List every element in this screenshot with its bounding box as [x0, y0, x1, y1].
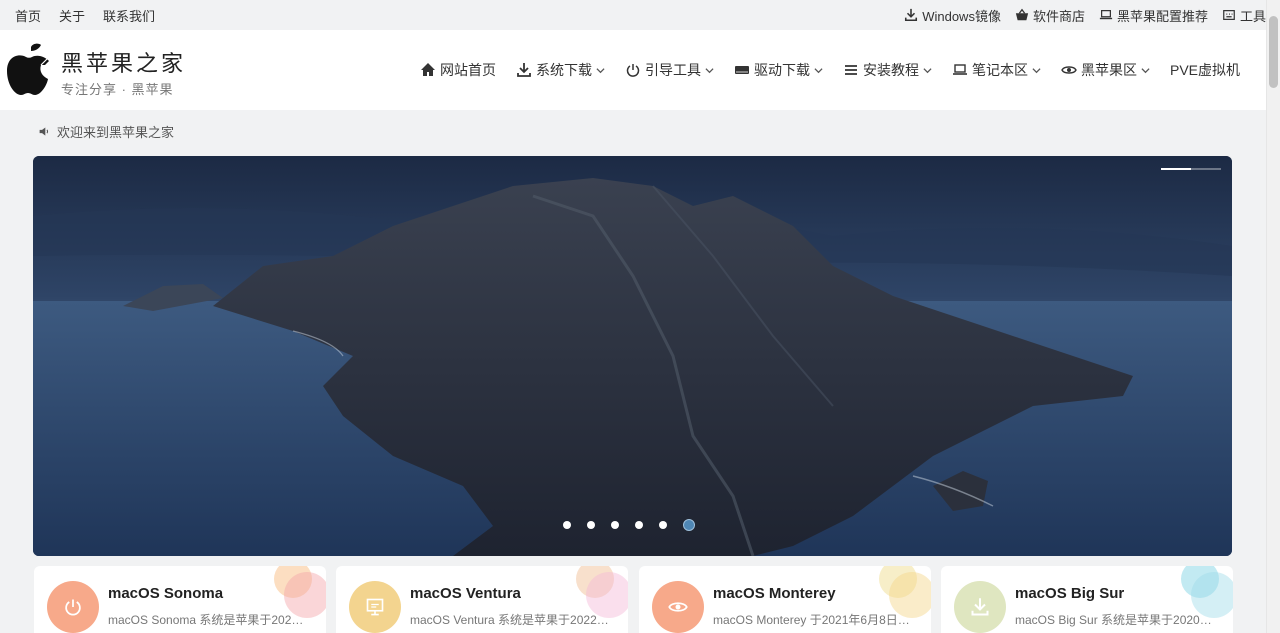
card-title[interactable]: macOS Ventura: [410, 585, 521, 602]
card-macos-big-sur[interactable]: macOS Big Sur macOS Big Sur 系统是苹果于2020年1…: [941, 566, 1233, 633]
download-icon: [905, 8, 918, 22]
top-link-store-label: 软件商店: [1032, 8, 1085, 24]
card-icon-circle: [47, 581, 99, 633]
apple-logo-icon[interactable]: [5, 43, 49, 97]
top-link-about[interactable]: 关于: [59, 6, 85, 25]
top-link-windows-label: Windows镜像: [922, 8, 1001, 24]
carousel-dot-1[interactable]: [563, 521, 571, 529]
eye-icon: [1061, 66, 1077, 74]
nav-item-tutorials[interactable]: 安装教程: [843, 60, 932, 80]
card-title[interactable]: macOS Sonoma: [108, 585, 223, 602]
eye-icon: [668, 602, 688, 612]
power-icon: [65, 599, 81, 616]
carousel-progress: [1161, 168, 1221, 170]
nav-item-hackintosh-zone[interactable]: 黑苹果区: [1061, 60, 1150, 80]
card-description: macOS Monterey 于2021年6月8日WWDC大会上正式发布: [713, 613, 913, 627]
site-title[interactable]: 黑苹果之家: [61, 46, 186, 78]
carousel-dot-4[interactable]: [635, 521, 643, 529]
site-subtitle: 专注分享 · 黑苹果: [61, 82, 174, 97]
page-scrollbar[interactable]: [1266, 0, 1280, 633]
card-icon-circle: [652, 581, 704, 633]
nav-item-home-label: 网站首页: [440, 62, 496, 78]
hero-carousel[interactable]: [33, 156, 1232, 556]
top-link-home[interactable]: 首页: [15, 6, 41, 25]
notice-text: 欢迎来到黑苹果之家: [57, 125, 175, 140]
nav-item-driver-download-label: 驱动下载: [754, 62, 810, 78]
carousel-pagination: [563, 519, 695, 531]
nav-item-system-download-label: 系统下载: [536, 62, 592, 78]
card-description: macOS Big Sur 系统是苹果于2020年11月正式发布的操作系统: [1015, 613, 1215, 627]
card-macos-sonoma[interactable]: macOS Sonoma macOS Sonoma 系统是苹果于2023年6月发…: [34, 566, 326, 633]
download-icon: [971, 598, 989, 616]
card-macos-monterey[interactable]: macOS Monterey macOS Monterey 于2021年6月8日…: [639, 566, 931, 633]
top-link-tools-label: 工具: [1239, 8, 1266, 24]
top-link-store[interactable]: 软件商店: [1015, 6, 1085, 25]
card-icon-circle: [954, 581, 1006, 633]
laptop-icon: [953, 64, 967, 75]
chevron-down-icon: [1032, 67, 1041, 73]
top-bar-left: 首页 关于 联系我们: [15, 0, 155, 30]
chevron-down-icon: [705, 67, 714, 73]
nav-item-tutorials-label: 安装教程: [863, 62, 919, 78]
nav-item-boot-tools-label: 引导工具: [645, 62, 701, 78]
carousel-dot-5[interactable]: [659, 521, 667, 529]
power-icon: [626, 64, 640, 77]
carousel-dot-2[interactable]: [587, 521, 595, 529]
scrollbar-thumb[interactable]: [1269, 16, 1278, 88]
nav-item-boot-tools[interactable]: 引导工具: [625, 60, 714, 80]
site-notice: 欢迎来到黑苹果之家: [38, 122, 174, 141]
menu-icon: [845, 65, 857, 75]
card-macos-ventura[interactable]: macOS Ventura macOS Ventura 系统是苹果于2022年6…: [336, 566, 628, 633]
nav-item-pve[interactable]: PVE虚拟机: [1170, 60, 1240, 80]
chevron-down-icon: [596, 67, 605, 73]
carousel-progress-fill: [1161, 168, 1191, 170]
card-title[interactable]: macOS Big Sur: [1015, 585, 1124, 602]
carousel-dot-3[interactable]: [611, 521, 619, 529]
chevron-down-icon: [1141, 67, 1150, 73]
tool-icon: [1223, 10, 1235, 20]
nav-item-system-download[interactable]: 系统下载: [516, 60, 605, 80]
speaker-icon: [39, 127, 49, 136]
nav-item-laptop-zone[interactable]: 笔记本区: [952, 60, 1041, 80]
top-bar-right: Windows镜像 软件商店 黑苹果配置推荐 工具: [904, 0, 1266, 30]
drive-icon: [735, 66, 749, 74]
monitor-icon: [366, 598, 384, 616]
top-link-config[interactable]: 黑苹果配置推荐: [1099, 6, 1208, 25]
card-description: macOS Sonoma 系统是苹果于2023年6月发布的新一代操作系统: [108, 613, 308, 627]
nav-item-hackintosh-zone-label: 黑苹果区: [1081, 62, 1137, 78]
laptop-icon: [1099, 10, 1113, 20]
home-icon: [421, 63, 435, 76]
chevron-down-icon: [814, 67, 823, 73]
top-link-tools[interactable]: 工具: [1222, 6, 1266, 25]
top-link-windows[interactable]: Windows镜像: [904, 6, 1001, 25]
top-link-contact[interactable]: 联系我们: [103, 6, 155, 25]
download-icon: [517, 63, 531, 77]
top-link-config-label: 黑苹果配置推荐: [1116, 8, 1208, 24]
card-description: macOS Ventura 系统是苹果于2022年6月发布的新一代操作系统: [410, 613, 610, 627]
chevron-down-icon: [923, 67, 932, 73]
site-header: 黑苹果之家 专注分享 · 黑苹果 网站首页 系统下载 引导工具 驱动下载 安装教…: [0, 30, 1266, 110]
card-icon-circle: [349, 581, 401, 633]
banner-image: [33, 156, 1232, 556]
basket-icon: [1015, 8, 1029, 21]
nav-item-driver-download[interactable]: 驱动下载: [734, 60, 823, 80]
top-bar: 首页 关于 联系我们 Windows镜像 软件商店 黑苹果配置推荐 工具: [0, 0, 1266, 30]
nav-item-home[interactable]: 网站首页: [420, 60, 496, 80]
carousel-dot-6[interactable]: [683, 519, 695, 531]
main-nav: 网站首页 系统下载 引导工具 驱动下载 安装教程 笔记本区 黑苹果区 PVE虚拟…: [420, 30, 1260, 110]
card-title[interactable]: macOS Monterey: [713, 585, 836, 602]
nav-item-laptop-zone-label: 笔记本区: [972, 62, 1028, 78]
nav-item-pve-label: PVE虚拟机: [1170, 62, 1241, 78]
